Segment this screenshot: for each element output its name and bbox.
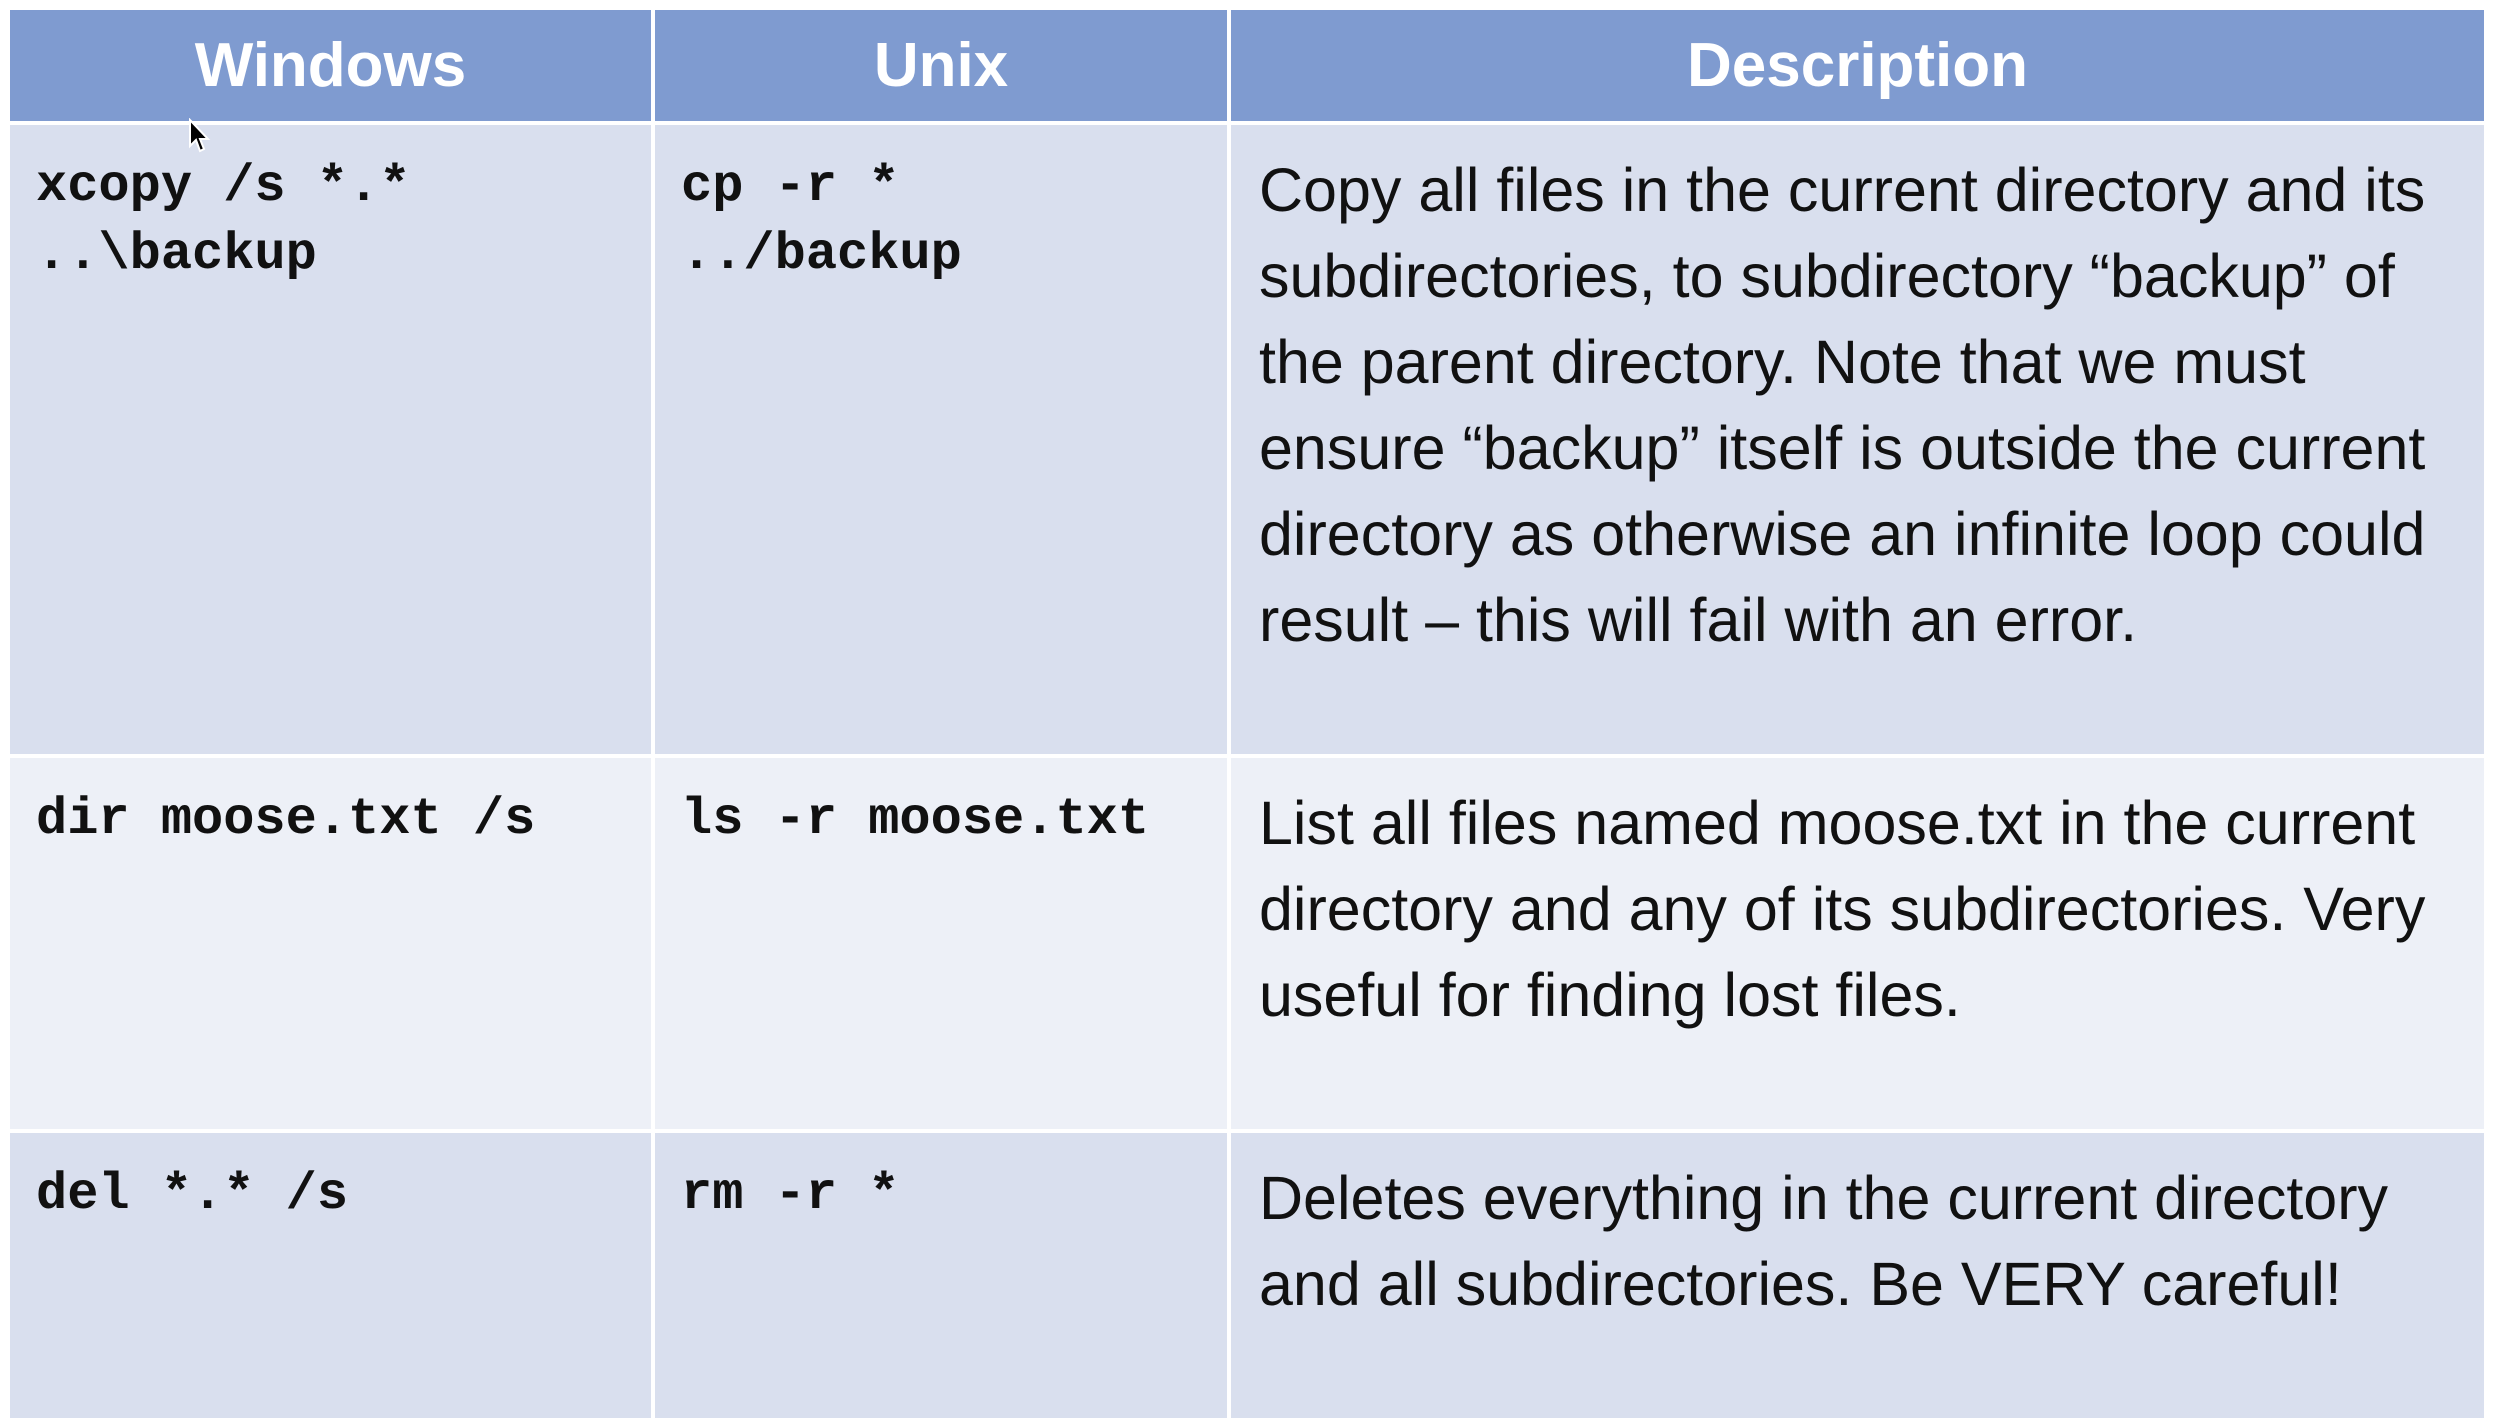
table-row: xcopy /s *.* ..\backup cp -r * ../backup… — [6, 121, 2488, 758]
description-cell: Deletes everything in the current direct… — [1227, 1129, 2488, 1422]
unix-command-cell: cp -r * ../backup — [651, 121, 1231, 758]
table-header-row: Windows Unix Description — [6, 6, 2488, 125]
header-description: Description — [1227, 6, 2488, 125]
windows-command-cell: del *.* /s — [6, 1129, 655, 1422]
description-cell: List all files named moose.txt in the cu… — [1227, 754, 2488, 1133]
command-comparison-table: Windows Unix Description xcopy /s *.* ..… — [6, 6, 2488, 1422]
header-windows: Windows — [6, 6, 655, 125]
description-cell: Copy all files in the current directory … — [1227, 121, 2488, 758]
unix-command-cell: ls -r moose.txt — [651, 754, 1231, 1133]
slide: Windows Unix Description xcopy /s *.* ..… — [0, 0, 2496, 1422]
windows-command-cell: xcopy /s *.* ..\backup — [6, 121, 655, 758]
table-row: dir moose.txt /s ls -r moose.txt List al… — [6, 754, 2488, 1133]
unix-command-cell: rm -r * — [651, 1129, 1231, 1422]
header-unix: Unix — [651, 6, 1231, 125]
table-row: del *.* /s rm -r * Deletes everything in… — [6, 1129, 2488, 1422]
windows-command-cell: dir moose.txt /s — [6, 754, 655, 1133]
